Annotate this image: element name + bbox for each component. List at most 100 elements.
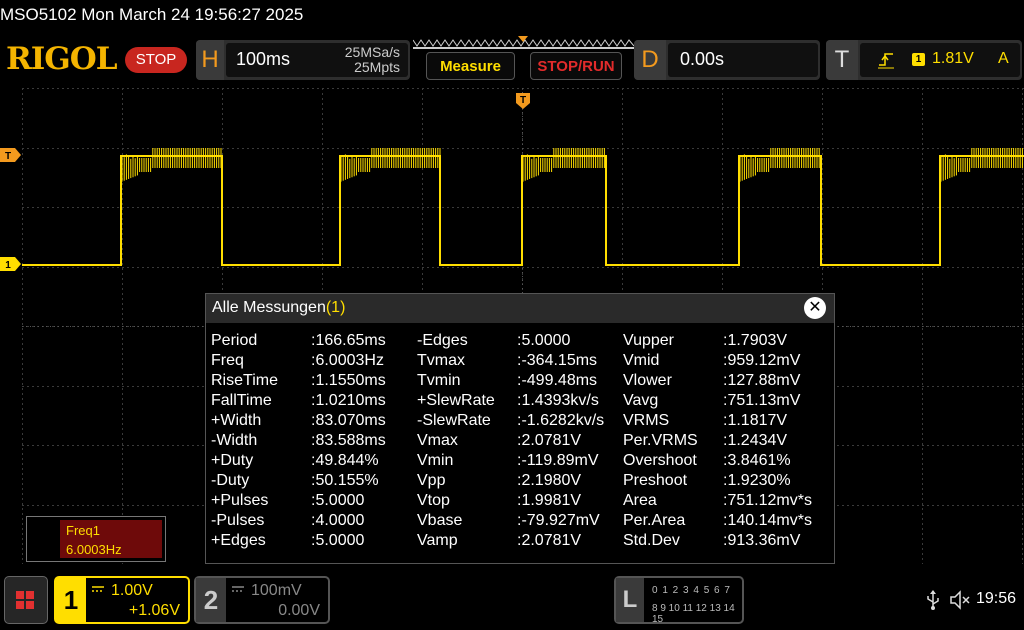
- panel-title-text: Alle Messungen: [212, 299, 326, 316]
- freq-readout-box[interactable]: Freq1 6.0003Hz: [26, 516, 166, 562]
- logic-label: L: [616, 578, 644, 622]
- measurement-value: :959.12mV: [723, 352, 801, 369]
- logic-channels-row-1: 0 1 2 3 4 5 6 7: [652, 585, 731, 596]
- measurement-name: +Edges: [211, 532, 266, 549]
- sample-rate: 25MSa/s: [344, 44, 400, 60]
- measurement-row: Vmin:-119.89mV: [417, 452, 622, 472]
- logic-analyzer-control[interactable]: L 0 1 2 3 4 5 6 7 8 9 10 11 12 13 14 15: [614, 576, 744, 625]
- speaker-muted-icon[interactable]: [950, 590, 972, 610]
- measurement-value: :83.070ms: [311, 412, 386, 429]
- measurement-row: Tvmax :-364.15ms: [417, 352, 622, 372]
- measurement-row: +Pulses:5.0000: [211, 492, 411, 512]
- measurement-name: RiseTime: [211, 372, 278, 389]
- trigger-control[interactable]: T 1 1.81V A: [826, 40, 1022, 80]
- menu-grid-icon[interactable]: [4, 576, 48, 624]
- measurement-row: Vavg:751.13mV: [623, 392, 828, 412]
- measurement-value: :-1.6282kv/s: [517, 412, 605, 429]
- measurement-value: :49.844%: [311, 452, 379, 469]
- measurement-column-3: Vupper:1.7903V Vmid:959.12mV Vlower:127.88…: [623, 332, 828, 552]
- measurement-row: +Duty :49.844%: [211, 452, 411, 472]
- measurement-value: :1.9230%: [723, 472, 791, 489]
- timebase-value: 100ms: [236, 49, 291, 69]
- run-status-badge[interactable]: STOP: [125, 47, 187, 73]
- horizontal-control[interactable]: H 100ms 25MSa/s 25Mpts: [196, 40, 410, 80]
- measurement-row: RiseTime:1.1550ms: [211, 372, 411, 392]
- measurement-name: Vamp: [417, 532, 458, 549]
- measurement-row: Freq :6.0003Hz: [211, 352, 411, 372]
- freq-readout: Freq1 6.0003Hz: [60, 520, 162, 558]
- clock: 19:56: [976, 590, 1017, 607]
- measurement-name: -Pulses: [211, 512, 265, 529]
- measurement-name: VRMS: [623, 412, 670, 429]
- delay-label: D: [634, 40, 666, 80]
- measurement-value: :751.12mv*s: [723, 492, 812, 509]
- measurement-value: :2.1980V: [517, 472, 582, 489]
- measurement-value: :2.0781V: [517, 532, 582, 549]
- measure-button[interactable]: Measure: [426, 52, 515, 80]
- measurement-row: +Edges:5.0000: [211, 532, 411, 552]
- brand-logo: RIGOL: [6, 41, 118, 77]
- measurement-panel: Alle Messungen(1) ✕ Period :166.65ms Freq:…: [205, 293, 835, 564]
- measurement-row: Tvmin :-499.48ms: [417, 372, 622, 392]
- measurement-name: Vpp: [417, 472, 446, 489]
- measurement-name: Vbase: [417, 512, 463, 529]
- title-bar: MSO5102 Mon March 24 19:56:27 2025: [0, 0, 1024, 30]
- channel-2-control[interactable]: 2 100mV 0.00V: [194, 576, 330, 624]
- trigger-mode: A: [998, 50, 1009, 67]
- channel1-ground-marker[interactable]: 1: [0, 257, 22, 271]
- measurement-value: :-499.48ms: [517, 372, 598, 389]
- measurement-value: :166.65ms: [311, 332, 386, 349]
- horizontal-readout: 100ms 25MSa/s 25Mpts: [226, 43, 408, 77]
- measurement-name: -Width: [211, 432, 258, 449]
- trigger-readout: 1 1.81V A: [860, 43, 1020, 77]
- horizontal-label: H: [196, 40, 224, 80]
- channel-2-number: 2: [196, 578, 226, 622]
- measurement-name: Tvmax: [417, 352, 465, 369]
- measurement-value: :1.0210ms: [311, 392, 386, 409]
- measurement-value: :5.0000: [517, 332, 571, 349]
- measurement-row: Vamp :2.0781V: [417, 532, 622, 552]
- measurement-name: Freq: [211, 352, 244, 369]
- measurement-name: Vtop: [417, 492, 450, 509]
- measurement-value: :-364.15ms: [517, 352, 598, 369]
- measurement-row: Vlower:127.88mV: [623, 372, 828, 392]
- measurement-row: Period :166.65ms: [211, 332, 411, 352]
- close-icon[interactable]: ✕: [804, 297, 826, 319]
- measurement-name: +Duty: [211, 452, 254, 469]
- measurement-row: Preshoot:1.9230%: [623, 472, 828, 492]
- trigger-level: 1.81V: [932, 50, 974, 67]
- measurement-value: :6.0003Hz: [311, 352, 384, 369]
- measurement-row: -Duty:50.155%: [211, 472, 411, 492]
- stop-run-button[interactable]: STOP/RUN: [530, 52, 622, 80]
- measurement-name: FallTime: [211, 392, 272, 409]
- measurement-value: :2.0781V: [517, 432, 582, 449]
- measurement-name: Overshoot: [623, 452, 697, 469]
- measurement-name: Per.VRMS: [623, 432, 698, 449]
- trigger-label: T: [826, 40, 858, 80]
- trigger-position-marker[interactable]: T: [515, 92, 531, 110]
- channel-1-scale: 1.00V: [111, 582, 153, 599]
- panel-title-count: (1): [325, 299, 346, 316]
- measurement-row: Vtop:1.9981V: [417, 492, 622, 512]
- measurement-name: Tvmin: [417, 372, 461, 389]
- measurement-value: :50.155%: [311, 472, 379, 489]
- window-title: MSO5102 Mon March 24 19:56:27 2025: [0, 5, 304, 24]
- delay-control[interactable]: D 0.00s: [634, 40, 820, 80]
- measurement-value: :-119.89mV: [517, 452, 599, 469]
- measurement-row: +SlewRate:1.4393kv/s: [417, 392, 622, 412]
- measurement-value: :140.14mv*s: [723, 512, 812, 529]
- freq-value: 6.0003Hz: [66, 542, 122, 557]
- measurement-row: Std.Dev:913.36mV: [623, 532, 828, 552]
- measurement-value: :5.0000: [311, 492, 365, 509]
- measurement-name: Vupper: [623, 332, 674, 349]
- trigger-level-marker[interactable]: T: [0, 148, 22, 162]
- trigger-level-marker-label: T: [5, 151, 11, 162]
- measurement-name: Vlower: [623, 372, 672, 389]
- channel-1-control[interactable]: 1 1.00V +1.06V: [54, 576, 190, 624]
- channel1-marker-label: 1: [5, 260, 11, 271]
- measurement-value: :-79.927mV: [517, 512, 600, 529]
- rising-edge-icon: [878, 53, 894, 69]
- measurement-name: +SlewRate: [417, 392, 495, 409]
- delay-value: 0.00s: [680, 49, 725, 69]
- measurement-name: Period: [211, 332, 258, 349]
